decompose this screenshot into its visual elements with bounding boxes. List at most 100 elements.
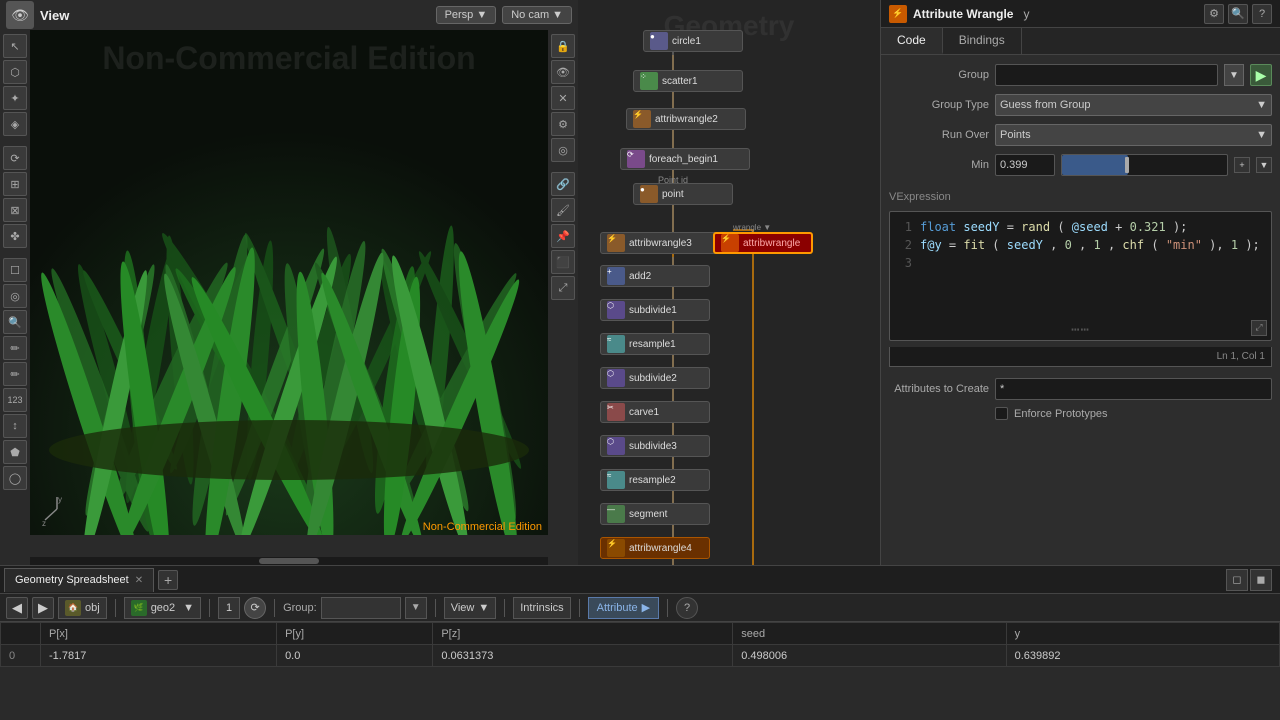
spreadsheet-tab[interactable]: Geometry Spreadsheet ✕ [4, 568, 154, 592]
tab-code[interactable]: Code [881, 28, 943, 54]
back-btn[interactable]: ◀ [6, 597, 28, 619]
min-label: Min [889, 159, 989, 171]
intrinsics-btn[interactable]: Intrinsics [513, 597, 570, 619]
select-tool-2[interactable]: ⬡ [3, 60, 27, 84]
expand-tool[interactable]: ⤢ [551, 276, 575, 300]
tool10[interactable]: ✏ [3, 362, 27, 386]
node-subdivide1[interactable]: ⬡ subdivide1 [600, 299, 710, 321]
group-dropdown[interactable] [995, 64, 1218, 86]
filter-btn[interactable]: ▼ [405, 597, 427, 619]
cell-py: 0.0 [277, 645, 433, 667]
viewport-right-toolbar: 🔒 👁 ✕ ⚙ ◎ 🔗 🖌 📌 ⬛ ⤢ [548, 30, 578, 535]
forward-btn[interactable]: ▶ [32, 597, 54, 619]
node-resample2[interactable]: ≈ resample2 [600, 469, 710, 491]
vex-editor[interactable]: 1 float seedY = rand ( @seed + 0.321 ); [889, 211, 1272, 341]
node-attribwrangle-selected[interactable]: ⚡ attribwrangle [713, 232, 813, 254]
table-header-row: P[x] P[y] P[z] seed y [1, 623, 1280, 645]
select2-tool[interactable]: ⬛ [551, 250, 575, 274]
node-circle1[interactable]: ● circle1 [643, 30, 743, 52]
group-dropdown[interactable] [321, 597, 401, 619]
node-foreach-begin1[interactable]: ⟳ foreach_begin1 [620, 148, 750, 170]
pin-tool[interactable]: 📌 [551, 224, 575, 248]
geo-dropdown[interactable]: 🌿 geo2 ▼ [124, 597, 201, 619]
snap2-tool[interactable]: 🔗 [551, 172, 575, 196]
rotate-tool[interactable]: ⊞ [3, 172, 27, 196]
cell-y: 0.639892 [1006, 645, 1279, 667]
geometry-spreadsheet: Geometry Spreadsheet ✕ + ◻ ◼ ◀ ▶ 🏠 obj 🌿… [0, 565, 1280, 720]
viewport-scrollbar-h[interactable] [30, 557, 548, 565]
separator-2 [209, 599, 210, 617]
snap-btn-1[interactable]: ◻ [1226, 569, 1248, 591]
select-tool[interactable]: ↖ [3, 34, 27, 58]
select-tool-3[interactable]: ✦ [3, 86, 27, 110]
vex-expand-btn[interactable]: ⤢ [1251, 320, 1267, 336]
tool12[interactable]: ↕ [3, 414, 27, 438]
tool13[interactable]: ⬟ [3, 440, 27, 464]
group-dropdown-btn[interactable]: ▼ [1224, 64, 1244, 86]
add-tab-btn[interactable]: + [158, 570, 178, 590]
cam-button[interactable]: No cam ▼ [502, 6, 572, 24]
more-icon[interactable]: ▼ [1256, 157, 1272, 173]
node-subdivide2[interactable]: ⬡ subdivide2 [600, 367, 710, 389]
node-attribwrangle3[interactable]: ⚡ attribwrangle3 [600, 232, 720, 254]
node-num-badge: 1 [218, 597, 240, 619]
node-scatter1[interactable]: ⁘ scatter1 [633, 70, 743, 92]
node-attribwrangle4[interactable]: ⚡ attribwrangle4 [600, 537, 710, 559]
select-tool-4[interactable]: ◈ [3, 112, 27, 136]
enforce-checkbox[interactable] [995, 407, 1008, 420]
viewport-title: View [40, 8, 69, 23]
node-attribwrangle2[interactable]: ⚡ attribwrangle2 [626, 108, 746, 130]
run-over-row: Run Over Points ▼ [889, 123, 1272, 147]
node-point1[interactable]: ● point [633, 183, 733, 205]
help-icon[interactable]: ? [1252, 4, 1272, 24]
tool9[interactable]: ✏ [3, 336, 27, 360]
run-over-dropdown[interactable]: Points ▼ [995, 124, 1272, 146]
tool11[interactable]: 123 [3, 388, 27, 412]
tool5[interactable]: ✤ [3, 224, 27, 248]
gear-tool[interactable]: ⚙ [551, 112, 575, 136]
scale-tool[interactable]: ⊠ [3, 198, 27, 222]
tool14[interactable]: ◯ [3, 466, 27, 490]
spreadsheet-table-wrap: P[x] P[y] P[z] seed y 0 -1.7817 0.0 0.06… [0, 622, 1280, 720]
snap-btn-2[interactable]: ◼ [1250, 569, 1272, 591]
node-carve1[interactable]: ✂ carve1 [600, 401, 710, 423]
x-tool[interactable]: ✕ [551, 86, 575, 110]
tool8[interactable]: 🔍 [3, 310, 27, 334]
panel-body: Group ▼ ▶ Group Type Guess from Group ▼ … [881, 55, 1280, 565]
vex-line-3: 3 ​ [896, 254, 1265, 272]
paint-tool[interactable]: 🖌 [551, 198, 575, 222]
node-segment1[interactable]: — segment [600, 503, 710, 525]
attribute-btn[interactable]: Attribute ▶ [588, 597, 659, 619]
expand-icon[interactable]: + [1234, 157, 1250, 173]
vis-tool[interactable]: 👁 [551, 60, 575, 84]
view-dropdown[interactable]: View ▼ [444, 597, 497, 619]
node-resample1[interactable]: ≈ resample1 [600, 333, 710, 355]
group-type-dropdown[interactable]: Guess from Group ▼ [995, 94, 1272, 116]
grass-render [30, 30, 548, 535]
node-graph[interactable]: Geometry ● [578, 0, 880, 565]
group-go-btn[interactable]: ▶ [1250, 64, 1272, 86]
node-path-dropdown[interactable]: 🏠 obj [58, 597, 107, 619]
lock-tool[interactable]: 🔒 [551, 34, 575, 58]
separator-5 [504, 599, 505, 617]
attr-create-input[interactable] [995, 378, 1272, 400]
search-icon[interactable]: 🔍 [1228, 4, 1248, 24]
sheet-tab-close[interactable]: ✕ [135, 575, 143, 586]
col-header-py: P[y] [277, 623, 433, 645]
tool6[interactable]: ☐ [3, 258, 27, 282]
panel-title-icon: ⚡ [889, 5, 907, 23]
viewport: 👁 View Persp ▼ No cam ▼ ↖ ⬡ ✦ ◈ ⟳ ⊞ ⊠ ✤ [0, 0, 578, 565]
min-slider[interactable] [1061, 154, 1228, 176]
node-add2[interactable]: + add2 [600, 265, 710, 287]
vex-grip: ⋯⋯ [1071, 322, 1090, 338]
snap-tool[interactable]: ◎ [551, 138, 575, 162]
refresh-btn[interactable]: ⟳ [244, 597, 266, 619]
tool7[interactable]: ◎ [3, 284, 27, 308]
node-subdivide3[interactable]: ⬡ subdivide3 [600, 435, 710, 457]
move-tool[interactable]: ⟳ [3, 146, 27, 170]
min-value[interactable]: 0.399 [995, 154, 1055, 176]
persp-button[interactable]: Persp ▼ [436, 6, 497, 24]
tab-bindings[interactable]: Bindings [943, 28, 1022, 54]
help-btn[interactable]: ? [676, 597, 698, 619]
settings-icon[interactable]: ⚙ [1204, 4, 1224, 24]
